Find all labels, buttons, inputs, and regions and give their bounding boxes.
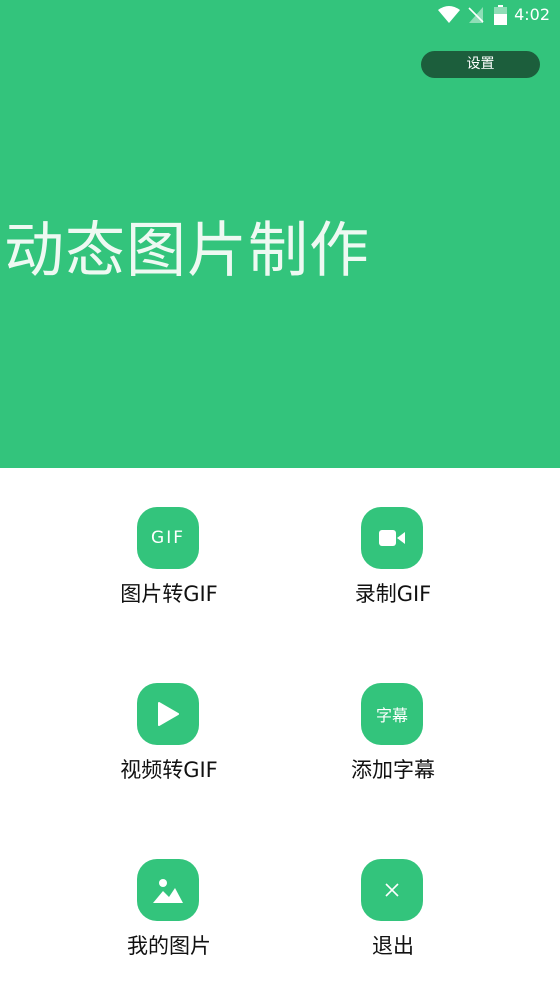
menu-item-video-to-gif[interactable]: 视频转GIF	[69, 683, 269, 803]
menu-label: 视频转GIF	[120, 758, 218, 782]
header-banner: 4:02 设置 动态图片制作	[0, 0, 560, 468]
gif-icon: GIF	[137, 507, 199, 569]
signal-off-icon	[468, 7, 484, 23]
battery-icon	[494, 5, 507, 25]
settings-button[interactable]: 设置	[421, 51, 540, 78]
play-icon	[137, 683, 199, 745]
video-camera-icon	[361, 507, 423, 569]
menu-item-image-to-gif[interactable]: GIF 图片转GIF	[69, 507, 269, 627]
menu-item-my-images[interactable]: 我的图片	[69, 859, 269, 979]
menu-item-record-gif[interactable]: 录制GIF	[293, 507, 493, 627]
image-icon	[137, 859, 199, 921]
subtitle-icon: 字幕	[361, 683, 423, 745]
status-time: 4:02	[514, 5, 550, 24]
close-icon	[361, 859, 423, 921]
menu-item-exit[interactable]: 退出	[293, 859, 493, 979]
app-title: 动态图片制作	[4, 216, 370, 286]
menu-label: 退出	[372, 934, 414, 958]
status-bar: 4:02	[0, 0, 560, 32]
wifi-icon	[438, 6, 460, 23]
menu-label: 图片转GIF	[120, 582, 218, 606]
menu-label: 添加字幕	[351, 758, 435, 782]
menu-label: 录制GIF	[354, 582, 432, 606]
menu-item-add-subtitles[interactable]: 字幕 添加字幕	[293, 683, 493, 803]
menu-label: 我的图片	[127, 934, 211, 958]
